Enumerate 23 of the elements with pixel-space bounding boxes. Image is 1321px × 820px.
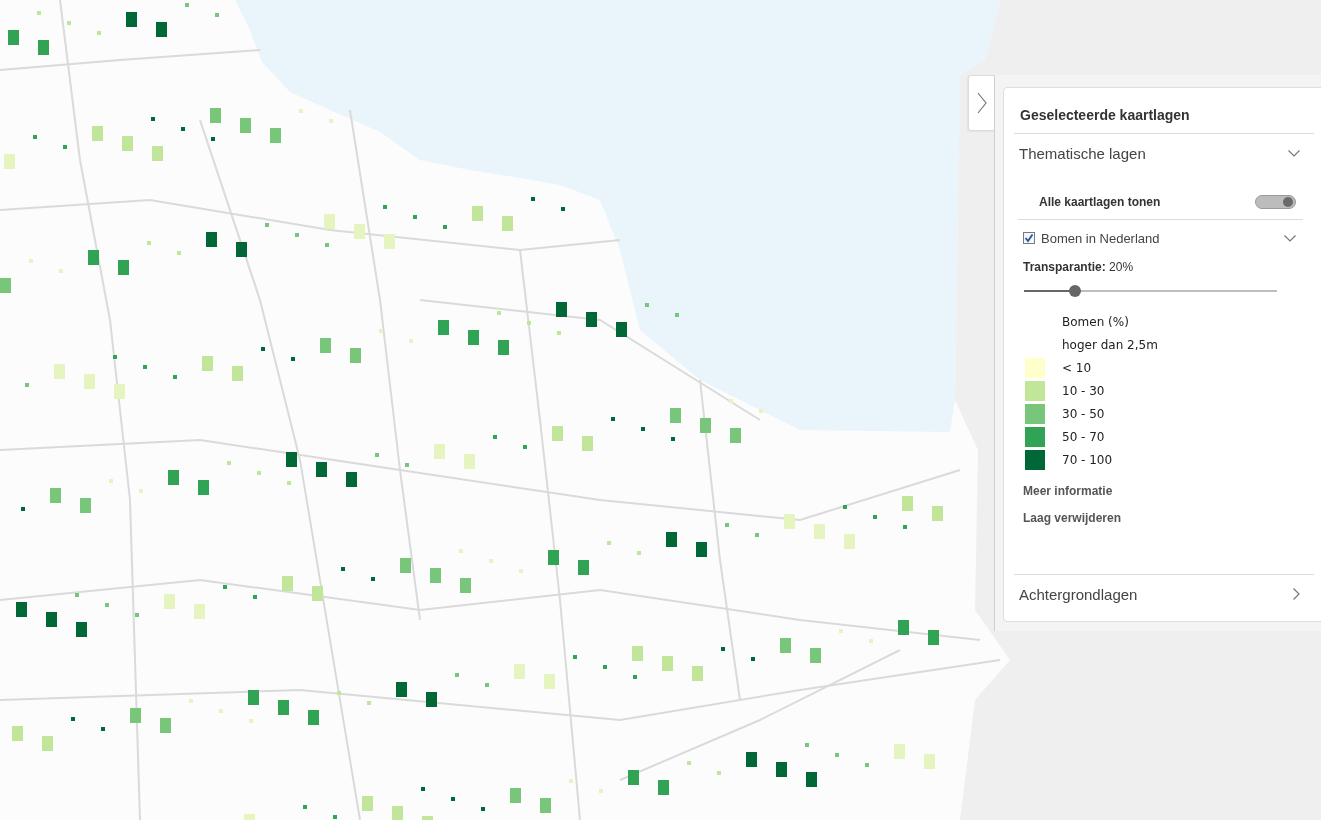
legend-subtitle: hoger dan 2,5m [1062, 337, 1158, 352]
show-all-label: Alle kaartlagen tonen [1039, 194, 1161, 209]
section-header[interactable]: Thematische lagen [1004, 134, 1321, 172]
legend-label: < 10 [1062, 360, 1092, 375]
panel-title: Geselecteerde kaartlagen [1019, 106, 1191, 125]
chevron-down-icon [1288, 149, 1300, 157]
section-header[interactable]: Achtergrondlagen [1004, 575, 1321, 613]
expand-layer-button[interactable] [1284, 234, 1296, 242]
transparency-label: Transparantie: 20% [1023, 259, 1134, 276]
chevron-right-icon [976, 92, 987, 114]
legend-label: 50 - 70 [1062, 429, 1105, 444]
legend-label: 30 - 50 [1062, 406, 1105, 421]
slider-thumb[interactable] [1068, 285, 1081, 297]
legend-title: Bomen (%) [1062, 314, 1129, 329]
chevron-right-icon [1293, 588, 1300, 600]
chevron-down-icon [1284, 234, 1296, 242]
legend-label: 70 - 100 [1062, 452, 1113, 467]
layer-action-link[interactable]: Meer informatie [1023, 477, 1113, 504]
legend-label: 10 - 30 [1062, 383, 1105, 398]
layer-checkbox[interactable] [1023, 232, 1035, 244]
layer-action-link[interactable]: Laag verwijderen [1023, 504, 1122, 531]
layer-name[interactable]: Bomen in Nederland [1041, 230, 1284, 246]
show-all-toggle[interactable] [1255, 194, 1296, 209]
